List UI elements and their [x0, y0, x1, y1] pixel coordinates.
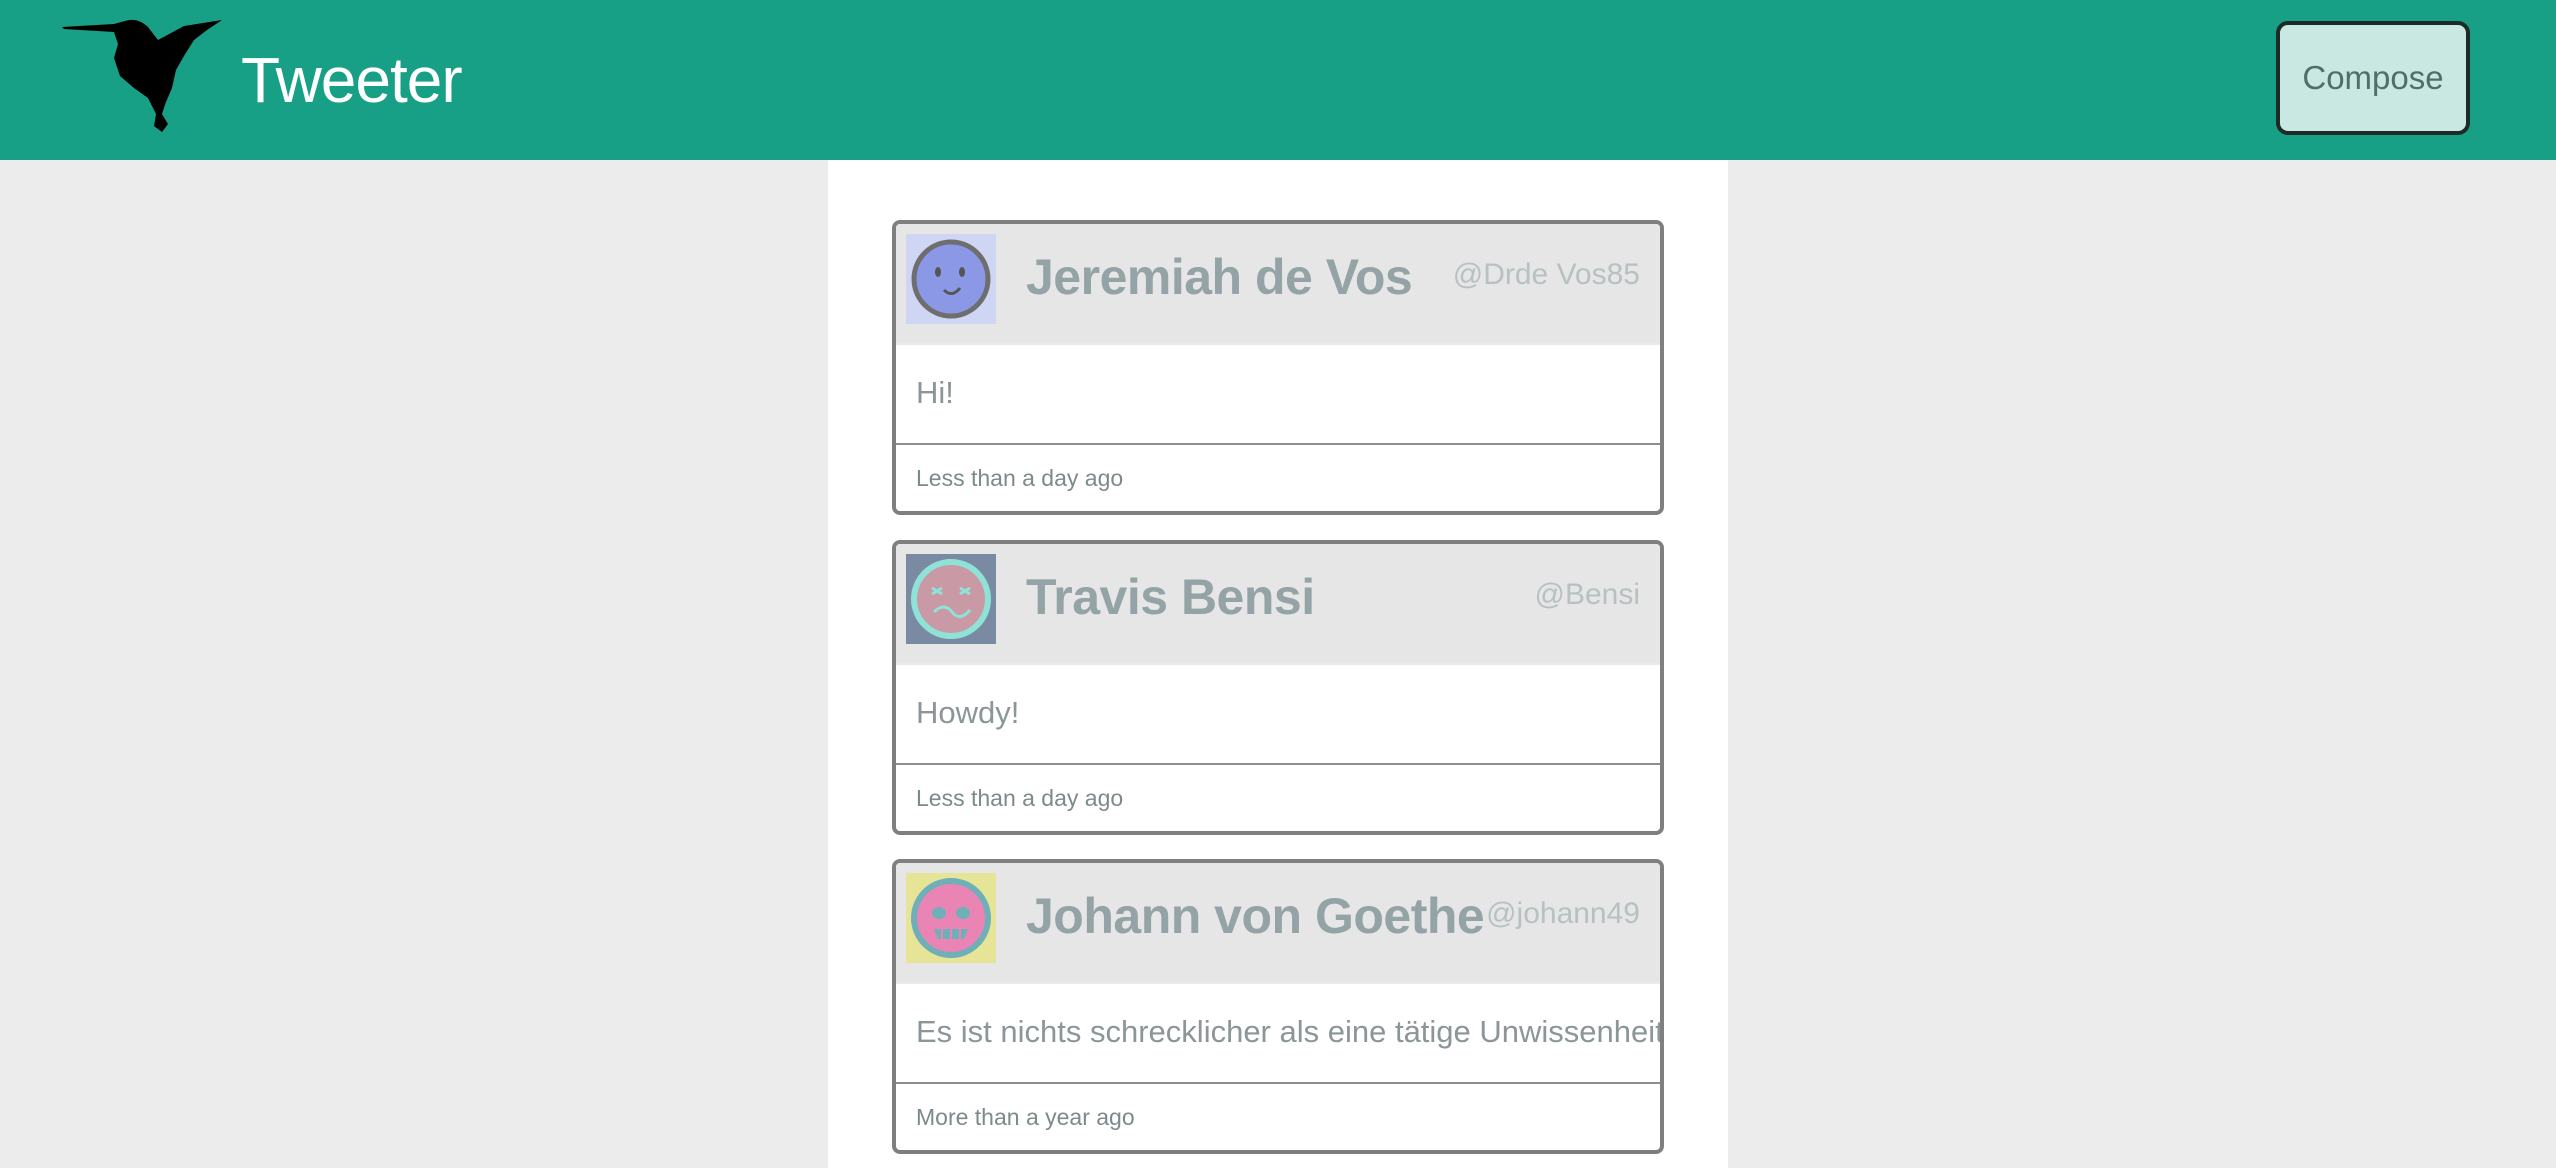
tweet-timestamp: More than a year ago: [916, 1104, 1135, 1130]
tweet-timestamp: Less than a day ago: [916, 465, 1124, 491]
tweet-content: Hi!: [896, 345, 1660, 445]
author-handle[interactable]: @Drde Vos85: [1453, 258, 1640, 292]
avatar[interactable]: [906, 234, 996, 324]
tweet-card: Johann von Goethe @johann49 Es ist nicht…: [892, 859, 1664, 1154]
tweet-header: Travis Bensi @Bensi: [896, 544, 1660, 665]
tweet-card: Jeremiah de Vos @Drde Vos85 Hi! Less tha…: [892, 220, 1664, 515]
tweet-content: Howdy!: [896, 665, 1660, 765]
tweet-content: Es ist nichts schrecklicher als eine tät…: [896, 984, 1660, 1084]
tweet-timestamp: Less than a day ago: [916, 785, 1124, 811]
avatar[interactable]: [906, 873, 996, 963]
feed-column: Jeremiah de Vos @Drde Vos85 Hi! Less tha…: [828, 160, 1728, 1168]
author-handle[interactable]: @johann49: [1486, 897, 1640, 931]
compose-button[interactable]: Compose: [2276, 21, 2470, 135]
author-handle[interactable]: @Bensi: [1535, 578, 1641, 612]
brand-title: Tweeter: [241, 44, 463, 116]
tweet-header: Johann von Goethe @johann49: [896, 863, 1660, 984]
dizzy-face-avatar-icon: [906, 554, 996, 644]
tweet-header: Jeremiah de Vos @Drde Vos85: [896, 224, 1660, 345]
top-nav: Tweeter Compose: [0, 0, 2556, 160]
author-name: Jeremiah de Vos: [1026, 249, 1413, 305]
skull-face-avatar-icon: [906, 873, 996, 963]
smiley-face-avatar-icon: [906, 234, 996, 324]
hummingbird-icon: [62, 19, 222, 132]
author-name: Johann von Goethe: [1026, 888, 1485, 944]
author-name: Travis Bensi: [1026, 569, 1315, 625]
avatar[interactable]: [906, 554, 996, 644]
tweet-card: Travis Bensi @Bensi Howdy! Less than a d…: [892, 540, 1664, 835]
